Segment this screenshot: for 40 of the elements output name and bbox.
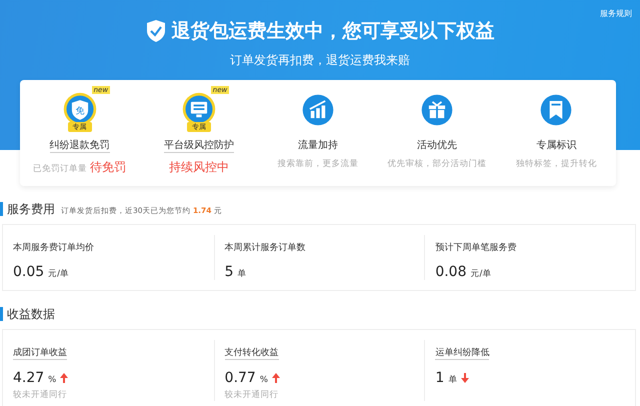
stat-unit: % (260, 375, 268, 385)
benefit-status: 持续风控中 (168, 159, 229, 176)
stat-unit: % (48, 375, 56, 385)
stat-value: 0.05 (13, 264, 44, 280)
bookmark-icon (541, 94, 572, 126)
stat-label: 运单纠纷降低 (435, 346, 490, 360)
benefit-description: 搜索靠前，更多流量 (277, 158, 358, 170)
stat-unit: 元/单 (48, 268, 70, 280)
stat-value: 0.77 (224, 370, 256, 386)
stat-label: 本周服务费订单均价 (13, 242, 94, 254)
benefit-description: 独特标签，提升转化 (516, 158, 597, 170)
benefit-label: 平台级风控防护 (164, 138, 234, 153)
stat-value: 0.08 (435, 264, 466, 280)
stat-unit: 单 (448, 374, 458, 386)
benefit-description: 已免罚订单量 (33, 163, 88, 175)
rules-link[interactable]: 服务规则 (600, 8, 632, 19)
section-title: 服务费用 (7, 202, 55, 216)
stat-comparison: 较未开通同行 (224, 389, 280, 401)
stat-label: 支付转化收益 (224, 346, 279, 360)
banner-title: 退货包运费生效中，您可享受以下权益 (172, 19, 494, 44)
benefit-label: 专属标识 (536, 138, 576, 152)
benefit-description: 优先审核，部分活动门槛 (388, 158, 487, 170)
benefit-status: 待免罚 (90, 159, 126, 176)
stat-label: 本周累计服务订单数 (224, 242, 306, 254)
shield-check-icon (146, 20, 166, 42)
benefit-label: 纠纷退款免罚 (50, 138, 110, 153)
stat-unit: 单 (238, 268, 247, 280)
gift-icon (422, 94, 452, 126)
stat-comparison: 较未开通同行 (13, 389, 68, 401)
banner-subtitle: 订单发货再扣费，退货运费我来赔 (229, 52, 411, 69)
stat-value: 1 (435, 370, 444, 386)
benefit-label: 流量加持 (298, 138, 338, 152)
chart-icon (302, 94, 334, 126)
stat-label: 预计下周单笔服务费 (435, 242, 516, 254)
benefit-label: 活动优先 (417, 138, 458, 152)
stat-value: 4.27 (13, 370, 44, 386)
stat-label: 成团订单收益 (13, 346, 67, 360)
section-title: 收益数据 (7, 307, 55, 321)
stat-value: 5 (224, 264, 234, 280)
stat-unit: 元/单 (470, 268, 492, 280)
